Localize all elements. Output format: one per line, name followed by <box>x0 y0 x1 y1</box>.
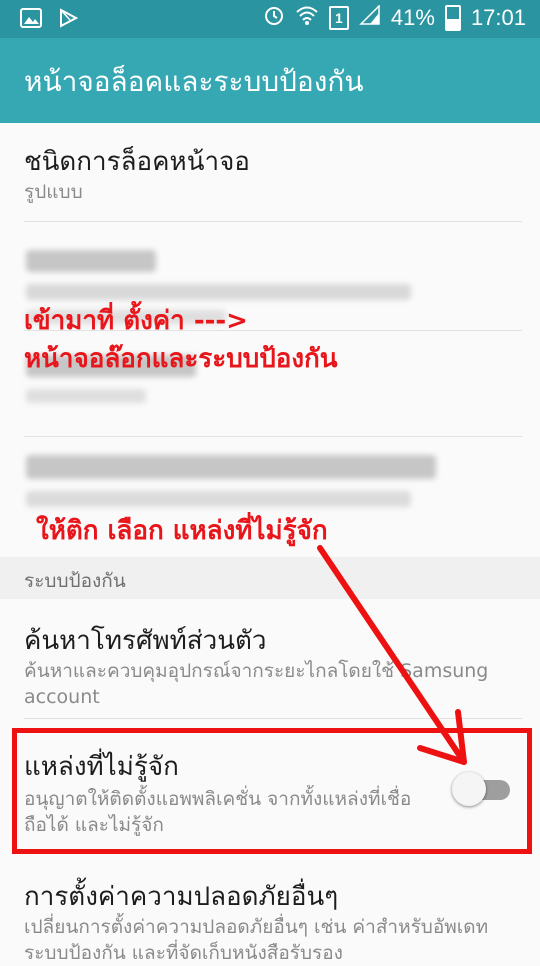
red-arrow-icon <box>317 545 467 765</box>
